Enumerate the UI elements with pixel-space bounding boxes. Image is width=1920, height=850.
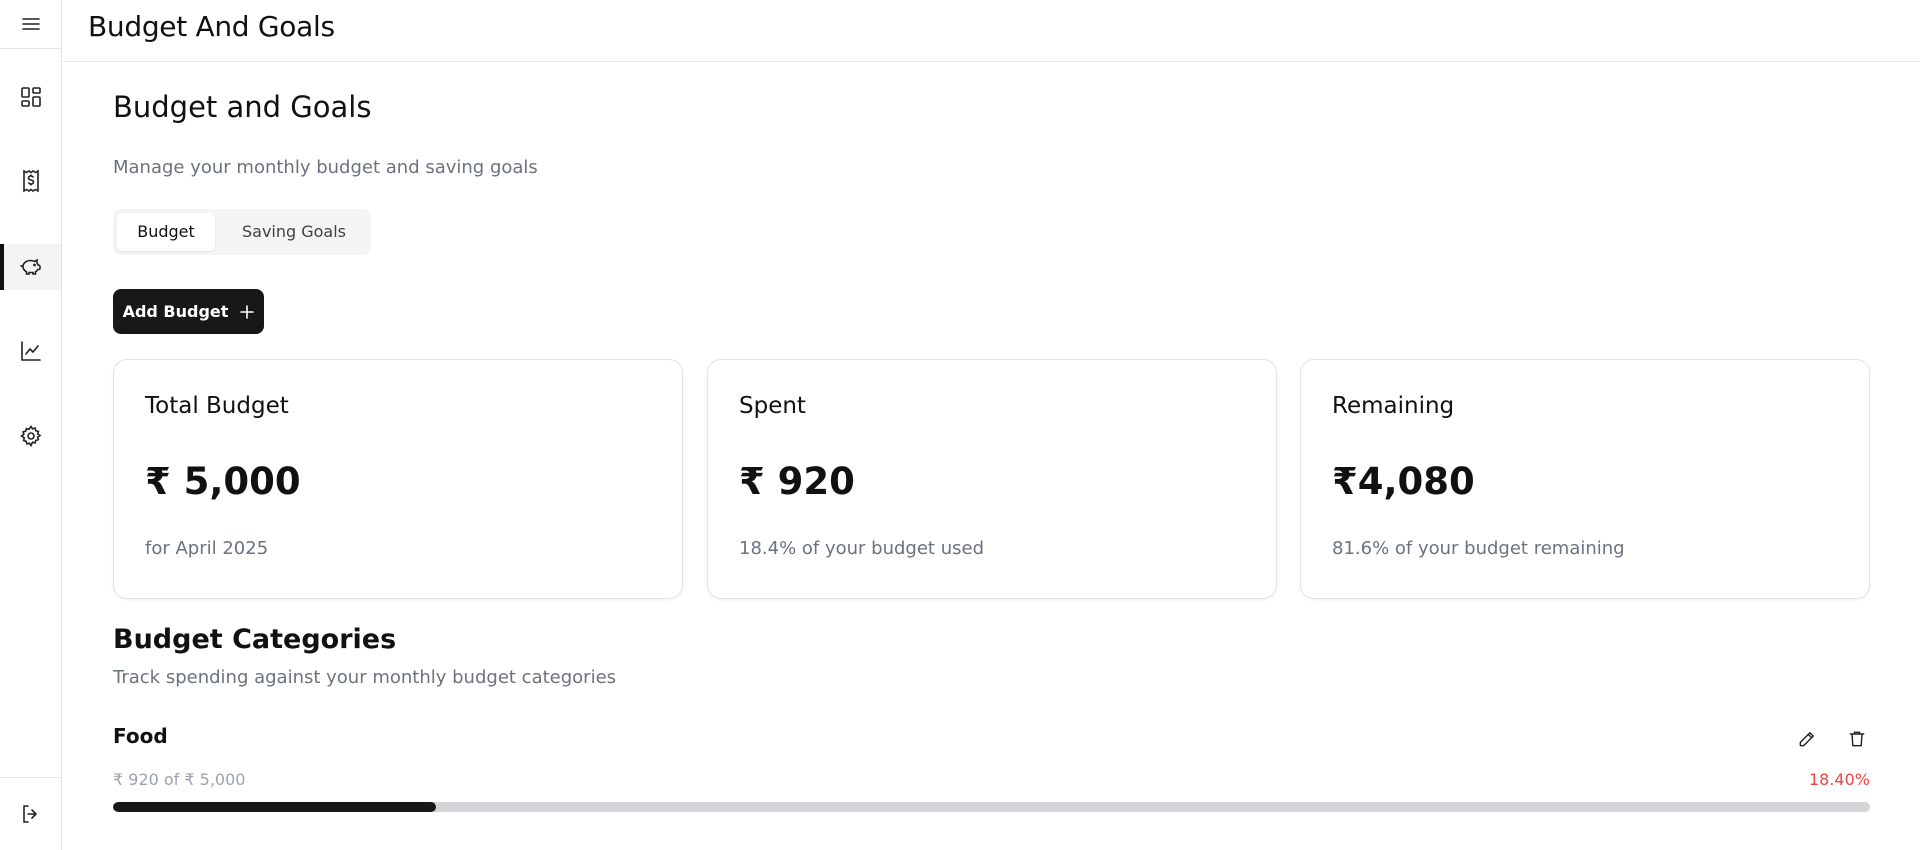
card-subtitle: 18.4% of your budget used bbox=[739, 538, 984, 559]
trash-icon[interactable] bbox=[1844, 726, 1870, 752]
category-amount: ₹ 920 of ₹ 5,000 bbox=[113, 770, 246, 789]
category-progress-bar bbox=[113, 802, 1870, 812]
card-title: Total Budget bbox=[145, 393, 289, 419]
add-budget-label: Add Budget bbox=[122, 302, 229, 321]
chart-line-icon bbox=[19, 339, 43, 363]
page-subtitle: Manage your monthly budget and saving go… bbox=[113, 157, 538, 178]
sidebar-item-settings[interactable] bbox=[0, 413, 61, 459]
dashboard-icon bbox=[19, 85, 43, 109]
categories-subtitle: Track spending against your monthly budg… bbox=[113, 667, 617, 688]
menu-icon[interactable] bbox=[21, 16, 41, 32]
spent-card: Spent ₹ 920 18.4% of your budget used bbox=[707, 359, 1277, 599]
card-value: ₹4,080 bbox=[1332, 460, 1475, 503]
category-name: Food bbox=[113, 724, 168, 748]
category-actions bbox=[1794, 726, 1870, 752]
sidebar bbox=[0, 0, 62, 850]
total-budget-card: Total Budget ₹ 5,000 for April 2025 bbox=[113, 359, 683, 599]
sidebar-item-budget[interactable] bbox=[0, 244, 61, 290]
category-percent: 18.40% bbox=[1808, 770, 1870, 789]
card-title: Remaining bbox=[1332, 393, 1455, 419]
sidebar-item-dashboard[interactable] bbox=[0, 74, 61, 120]
remaining-card: Remaining ₹4,080 81.6% of your budget re… bbox=[1300, 359, 1870, 599]
sidebar-item-reports[interactable] bbox=[0, 328, 61, 374]
receipt-dollar-icon bbox=[19, 169, 43, 193]
tab-saving-goals[interactable]: Saving Goals bbox=[221, 213, 367, 251]
sidebar-footer bbox=[0, 777, 61, 850]
category-progress-fill bbox=[113, 802, 437, 812]
categories-title: Budget Categories bbox=[113, 624, 397, 655]
piggy-bank-icon bbox=[19, 255, 43, 279]
add-budget-button[interactable]: Add Budget bbox=[113, 289, 264, 334]
card-subtitle: for April 2025 bbox=[145, 538, 269, 559]
logout-icon[interactable] bbox=[19, 802, 43, 826]
app-title: Budget And Goals bbox=[88, 10, 335, 43]
sidebar-header bbox=[0, 0, 61, 49]
tab-budget[interactable]: Budget bbox=[117, 213, 215, 251]
card-value: ₹ 920 bbox=[739, 460, 855, 503]
page-title: Budget and Goals bbox=[113, 90, 372, 124]
gear-icon bbox=[19, 424, 43, 448]
card-title: Spent bbox=[739, 393, 806, 419]
pencil-icon[interactable] bbox=[1794, 726, 1820, 752]
plus-icon bbox=[240, 304, 255, 319]
card-subtitle: 81.6% of your budget remaining bbox=[1332, 538, 1625, 559]
tab-bar: Budget Saving Goals bbox=[113, 209, 371, 255]
sidebar-item-transactions[interactable] bbox=[0, 158, 61, 204]
top-bar: Budget And Goals bbox=[62, 0, 1920, 62]
card-value: ₹ 5,000 bbox=[145, 460, 301, 503]
